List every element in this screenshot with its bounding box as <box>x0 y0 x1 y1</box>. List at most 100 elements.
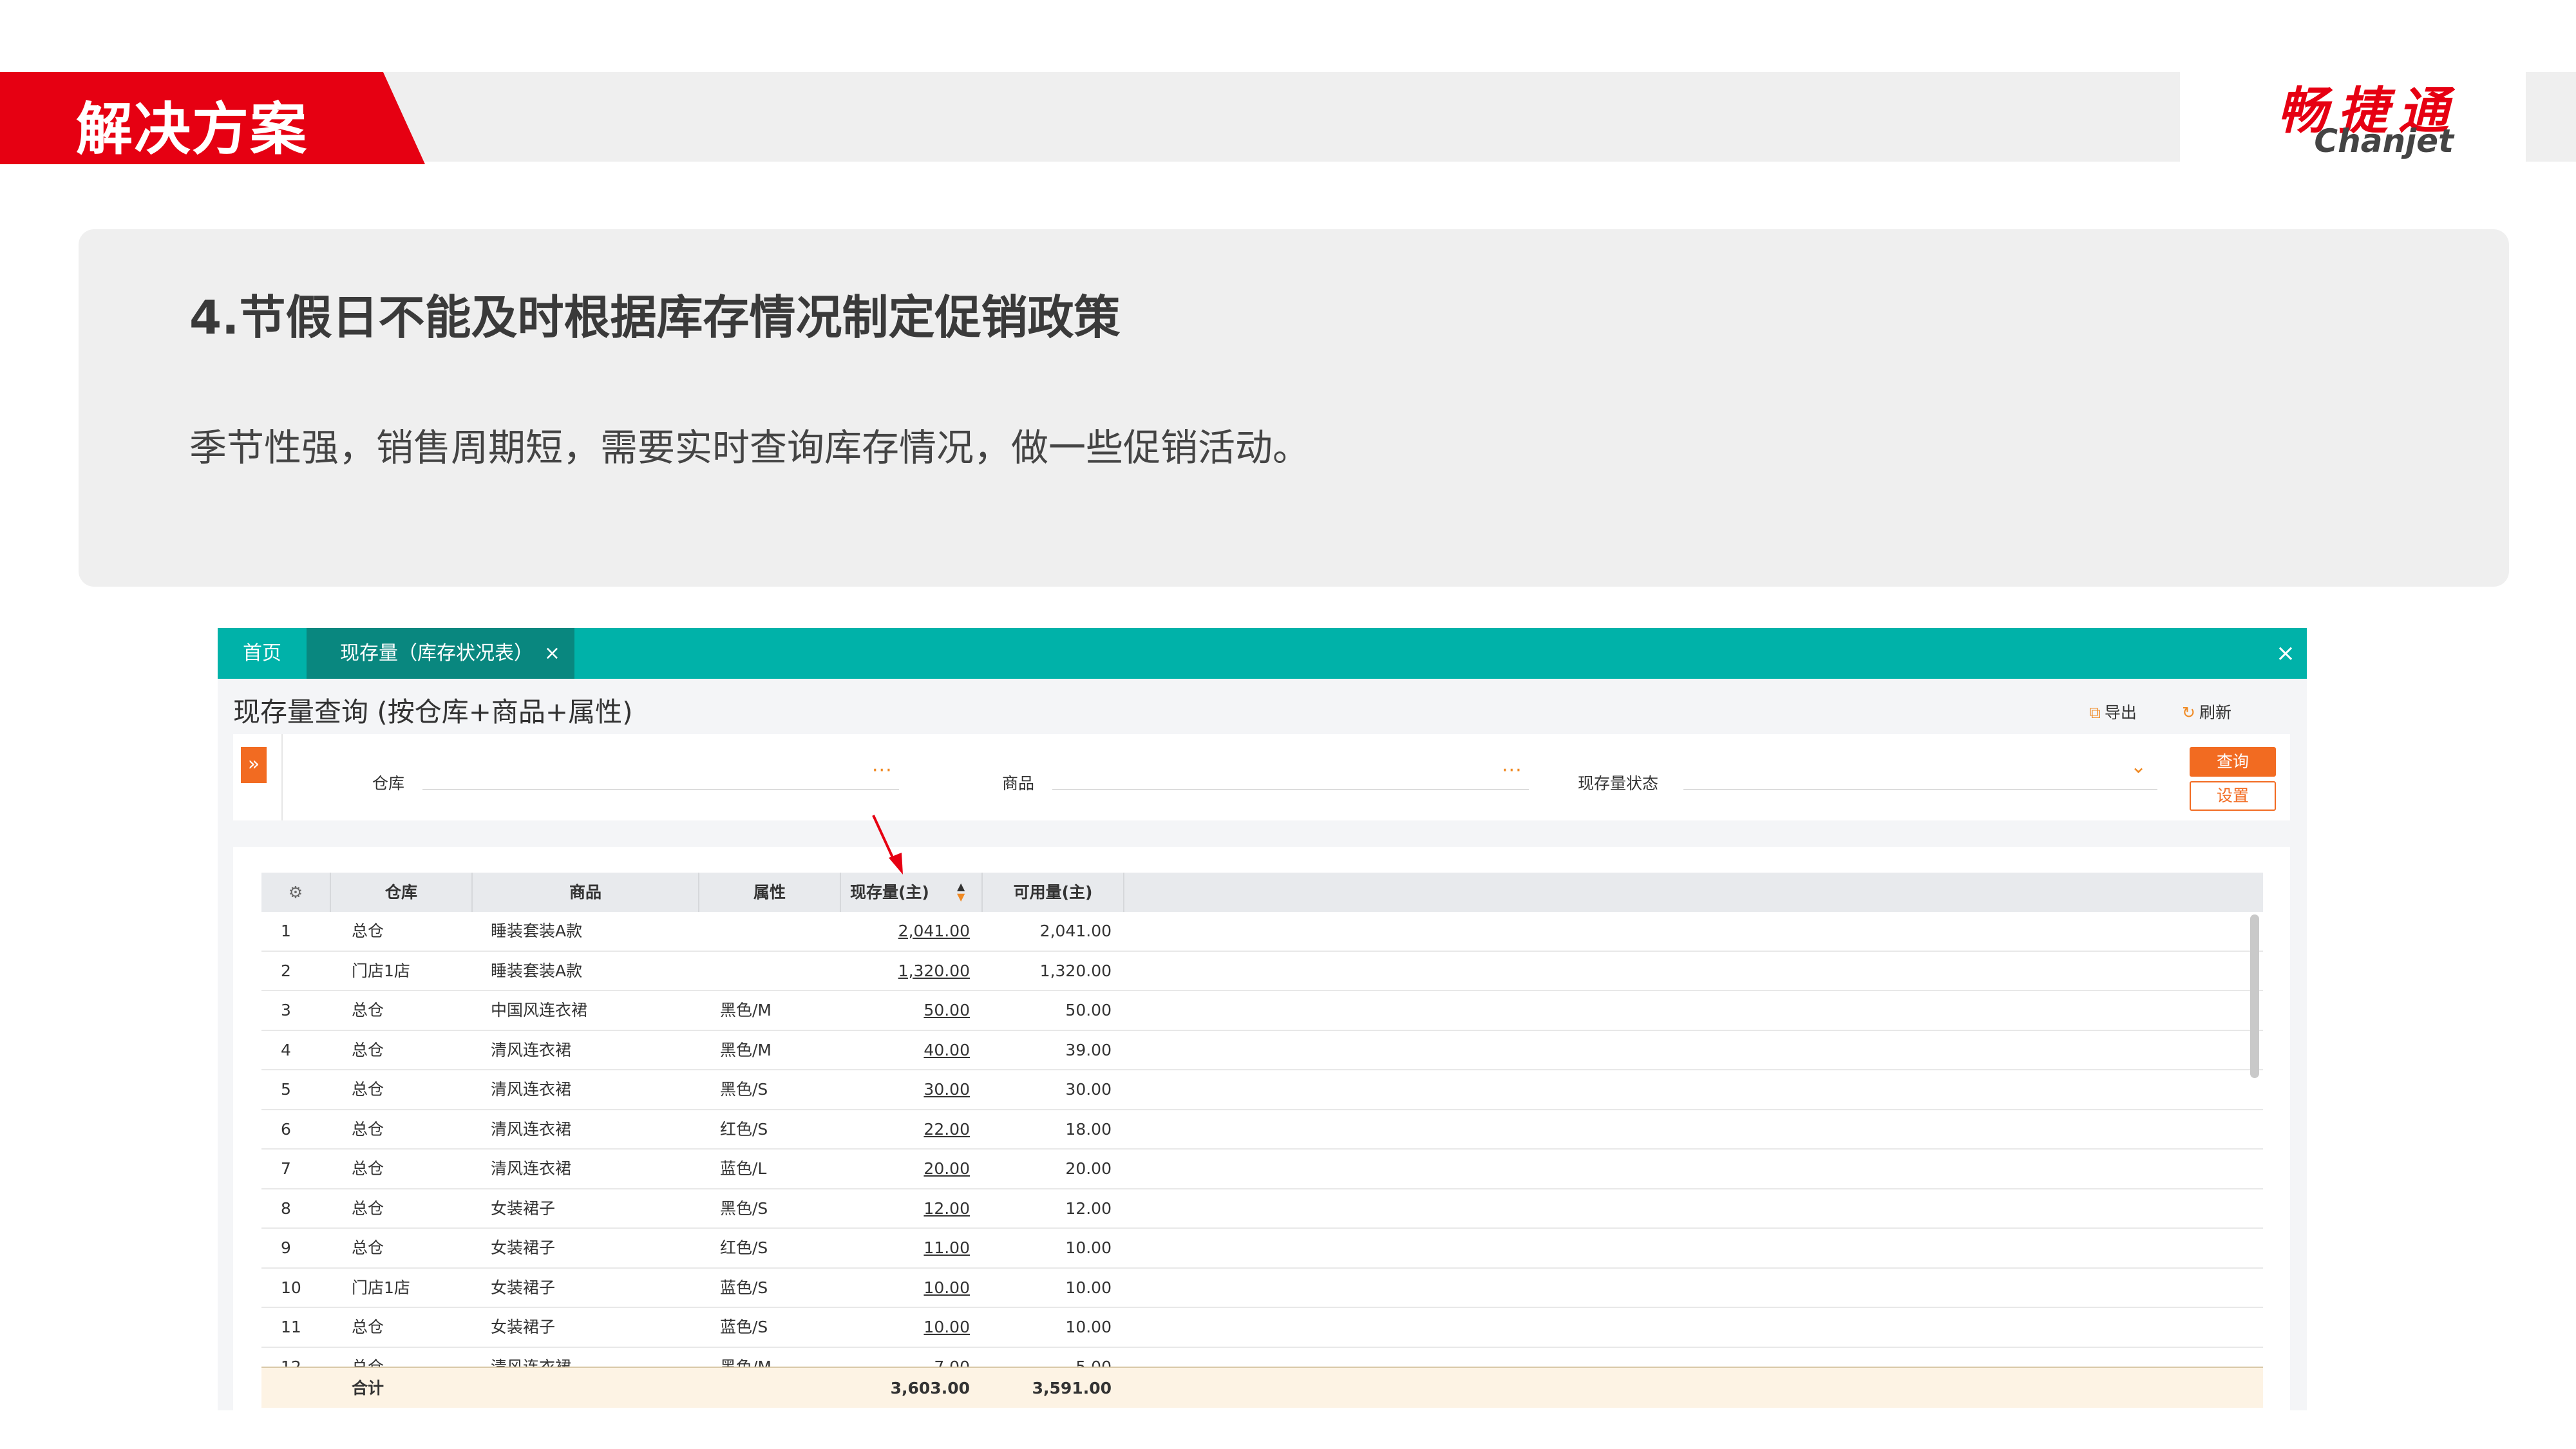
product-picker-icon[interactable]: ··· <box>1502 759 1522 782</box>
onhand-cell[interactable]: 11.00 <box>841 1229 970 1267</box>
table-row[interactable]: 5 总仓 清风连衣裙 黑色/S 30.00 30.00 <box>261 1070 2263 1110</box>
available-cell: 20.00 <box>1065 1159 1112 1178</box>
table-row[interactable]: 1 总仓 睡装套装A款 2,041.00 2,041.00 <box>261 912 2263 952</box>
available-cell: 18.00 <box>1065 1119 1112 1139</box>
row-number: 2 <box>281 961 291 980</box>
warehouse-picker-icon[interactable]: ··· <box>872 759 893 782</box>
product-filter-label: 商品 <box>1002 774 1035 793</box>
attribute-cell: 蓝色/L <box>720 1159 767 1178</box>
product-cell: 中国风连衣裙 <box>491 1001 588 1019</box>
tab-inventory-label: 现存量（库存状况表） <box>340 642 533 665</box>
header-band-right <box>2526 72 2576 162</box>
settings-button[interactable]: 设置 <box>2190 781 2276 811</box>
onhand-cell[interactable]: 30.00 <box>841 1070 970 1109</box>
product-cell: 睡装套装A款 <box>491 922 583 940</box>
row-number: 9 <box>281 1238 291 1257</box>
chanjet-logo: 畅捷通 Chanjet <box>2241 70 2473 160</box>
section-banner: 解决方案 <box>0 72 425 164</box>
chevron-down-icon[interactable]: ⌄ <box>2130 755 2146 778</box>
column-header-attribute[interactable]: 属性 <box>699 873 841 912</box>
column-header-onhand-label: 现存量(主) <box>850 883 929 902</box>
onhand-cell[interactable]: 20.00 <box>841 1150 970 1188</box>
export-icon: ⧉ <box>2089 703 2101 722</box>
table-row[interactable]: 7 总仓 清风连衣裙 蓝色/L 20.00 20.00 <box>261 1150 2263 1189</box>
table-row[interactable]: 2 门店1店 睡装套装A款 1,320.00 1,320.00 <box>261 951 2263 991</box>
warehouse-cell: 总仓 <box>352 1119 384 1139</box>
product-cell: 清风连衣裙 <box>491 1159 572 1178</box>
table-row[interactable]: 9 总仓 女装裙子 红色/S 11.00 10.00 <box>261 1229 2263 1269</box>
column-header-onhand[interactable]: 现存量(主) ▲ ▼ <box>841 873 983 912</box>
onhand-cell[interactable]: 22.00 <box>841 1110 970 1149</box>
attribute-cell: 黑色/S <box>720 1080 768 1099</box>
onhand-cell[interactable]: 1,320.00 <box>841 952 970 990</box>
stock-status-filter-label: 现存量状态 <box>1578 774 1659 793</box>
table-row[interactable]: 10 门店1店 女装裙子 蓝色/S 10.00 10.00 <box>261 1268 2263 1308</box>
onhand-cell[interactable]: 40.00 <box>841 1031 970 1070</box>
onhand-cell[interactable]: 12.00 <box>841 1189 970 1228</box>
onhand-cell[interactable]: 2,041.00 <box>841 912 970 951</box>
attribute-cell: 黑色/S <box>720 1198 768 1218</box>
query-button[interactable]: 查询 <box>2190 747 2276 777</box>
warehouse-cell: 总仓 <box>352 1001 384 1019</box>
column-header-product[interactable]: 商品 <box>473 873 699 912</box>
tab-close-icon[interactable]: × <box>544 628 560 679</box>
warehouse-filter-input[interactable] <box>422 789 899 790</box>
refresh-icon: ↻ <box>2182 703 2195 722</box>
attribute-cell: 红色/S <box>720 1119 768 1139</box>
warehouse-filter-label: 仓库 <box>372 774 405 793</box>
warehouse-cell: 总仓 <box>352 1198 384 1218</box>
attribute-cell <box>720 952 836 990</box>
table-row[interactable]: 3 总仓 中国风连衣裙 黑色/M 50.00 50.00 <box>261 991 2263 1031</box>
onhand-cell[interactable]: 10.00 <box>841 1308 970 1347</box>
sort-down-icon[interactable]: ▼ <box>957 892 965 902</box>
red-arrow-annotation <box>872 815 903 875</box>
expand-filter-icon[interactable]: » <box>241 747 267 783</box>
column-header-warehouse[interactable]: 仓库 <box>331 873 473 912</box>
onhand-cell[interactable]: 10.00 <box>841 1269 970 1307</box>
problem-panel: 4.节假日不能及时根据库存情况制定促销政策 季节性强，销售周期短，需要实时查询库… <box>79 229 2509 587</box>
filter-panel <box>233 734 2290 820</box>
tab-bar: 首页 现存量（库存状况表） × × <box>218 628 2307 679</box>
warehouse-cell: 总仓 <box>352 922 384 940</box>
export-label: 导出 <box>2104 703 2137 722</box>
table-row[interactable]: 11 总仓 女装裙子 蓝色/S 10.00 10.00 <box>261 1308 2263 1348</box>
logo-english: Chanjet <box>2314 122 2454 160</box>
row-number: 8 <box>281 1198 291 1218</box>
column-header-available[interactable]: 可用量(主) <box>983 873 1124 912</box>
row-number: 4 <box>281 1040 291 1059</box>
banner-title: 解决方案 <box>76 96 308 162</box>
attribute-cell: 蓝色/S <box>720 1278 768 1297</box>
warehouse-cell: 总仓 <box>352 1159 384 1178</box>
filter-divider <box>281 734 283 820</box>
attribute-cell: 蓝色/S <box>720 1318 768 1336</box>
row-number: 6 <box>281 1119 291 1139</box>
warehouse-cell: 门店1店 <box>352 1278 410 1297</box>
attribute-cell: 黑色/M <box>720 1001 772 1019</box>
table-row[interactable]: 4 总仓 清风连衣裙 黑色/M 40.00 39.00 <box>261 1030 2263 1070</box>
table-row[interactable]: 6 总仓 清风连衣裙 红色/S 22.00 18.00 <box>261 1110 2263 1150</box>
warehouse-cell: 总仓 <box>352 1238 384 1257</box>
product-cell: 女装裙子 <box>491 1318 556 1336</box>
available-cell: 2,041.00 <box>1039 922 1112 940</box>
stock-status-select[interactable] <box>1683 789 2157 790</box>
row-number: 1 <box>281 922 291 940</box>
row-number: 5 <box>281 1080 291 1099</box>
tab-inventory-status[interactable]: 现存量（库存状况表） × <box>307 628 574 679</box>
table-header: ⚙ 仓库 商品 属性 现存量(主) ▲ ▼ 可用量(主) <box>261 873 2263 912</box>
export-button[interactable]: ⧉ 导出 <box>2089 700 2137 723</box>
onhand-cell[interactable]: 50.00 <box>841 991 970 1030</box>
available-cell: 10.00 <box>1065 1278 1112 1297</box>
refresh-button[interactable]: ↻ 刷新 <box>2182 700 2231 723</box>
row-number: 7 <box>281 1159 291 1178</box>
table-row[interactable]: 8 总仓 女装裙子 黑色/S 12.00 12.00 <box>261 1189 2263 1229</box>
product-filter-input[interactable] <box>1052 789 1529 790</box>
column-settings-icon[interactable]: ⚙ <box>261 873 331 912</box>
product-cell: 女装裙子 <box>491 1278 556 1297</box>
window-close-icon[interactable]: × <box>2276 628 2295 679</box>
total-label: 合计 <box>352 1379 384 1397</box>
tab-home[interactable]: 首页 <box>218 628 307 679</box>
available-cell: 50.00 <box>1065 1001 1112 1019</box>
available-cell: 10.00 <box>1065 1318 1112 1336</box>
row-number: 3 <box>281 1001 291 1019</box>
table-scrollbar[interactable] <box>2250 914 2259 1078</box>
